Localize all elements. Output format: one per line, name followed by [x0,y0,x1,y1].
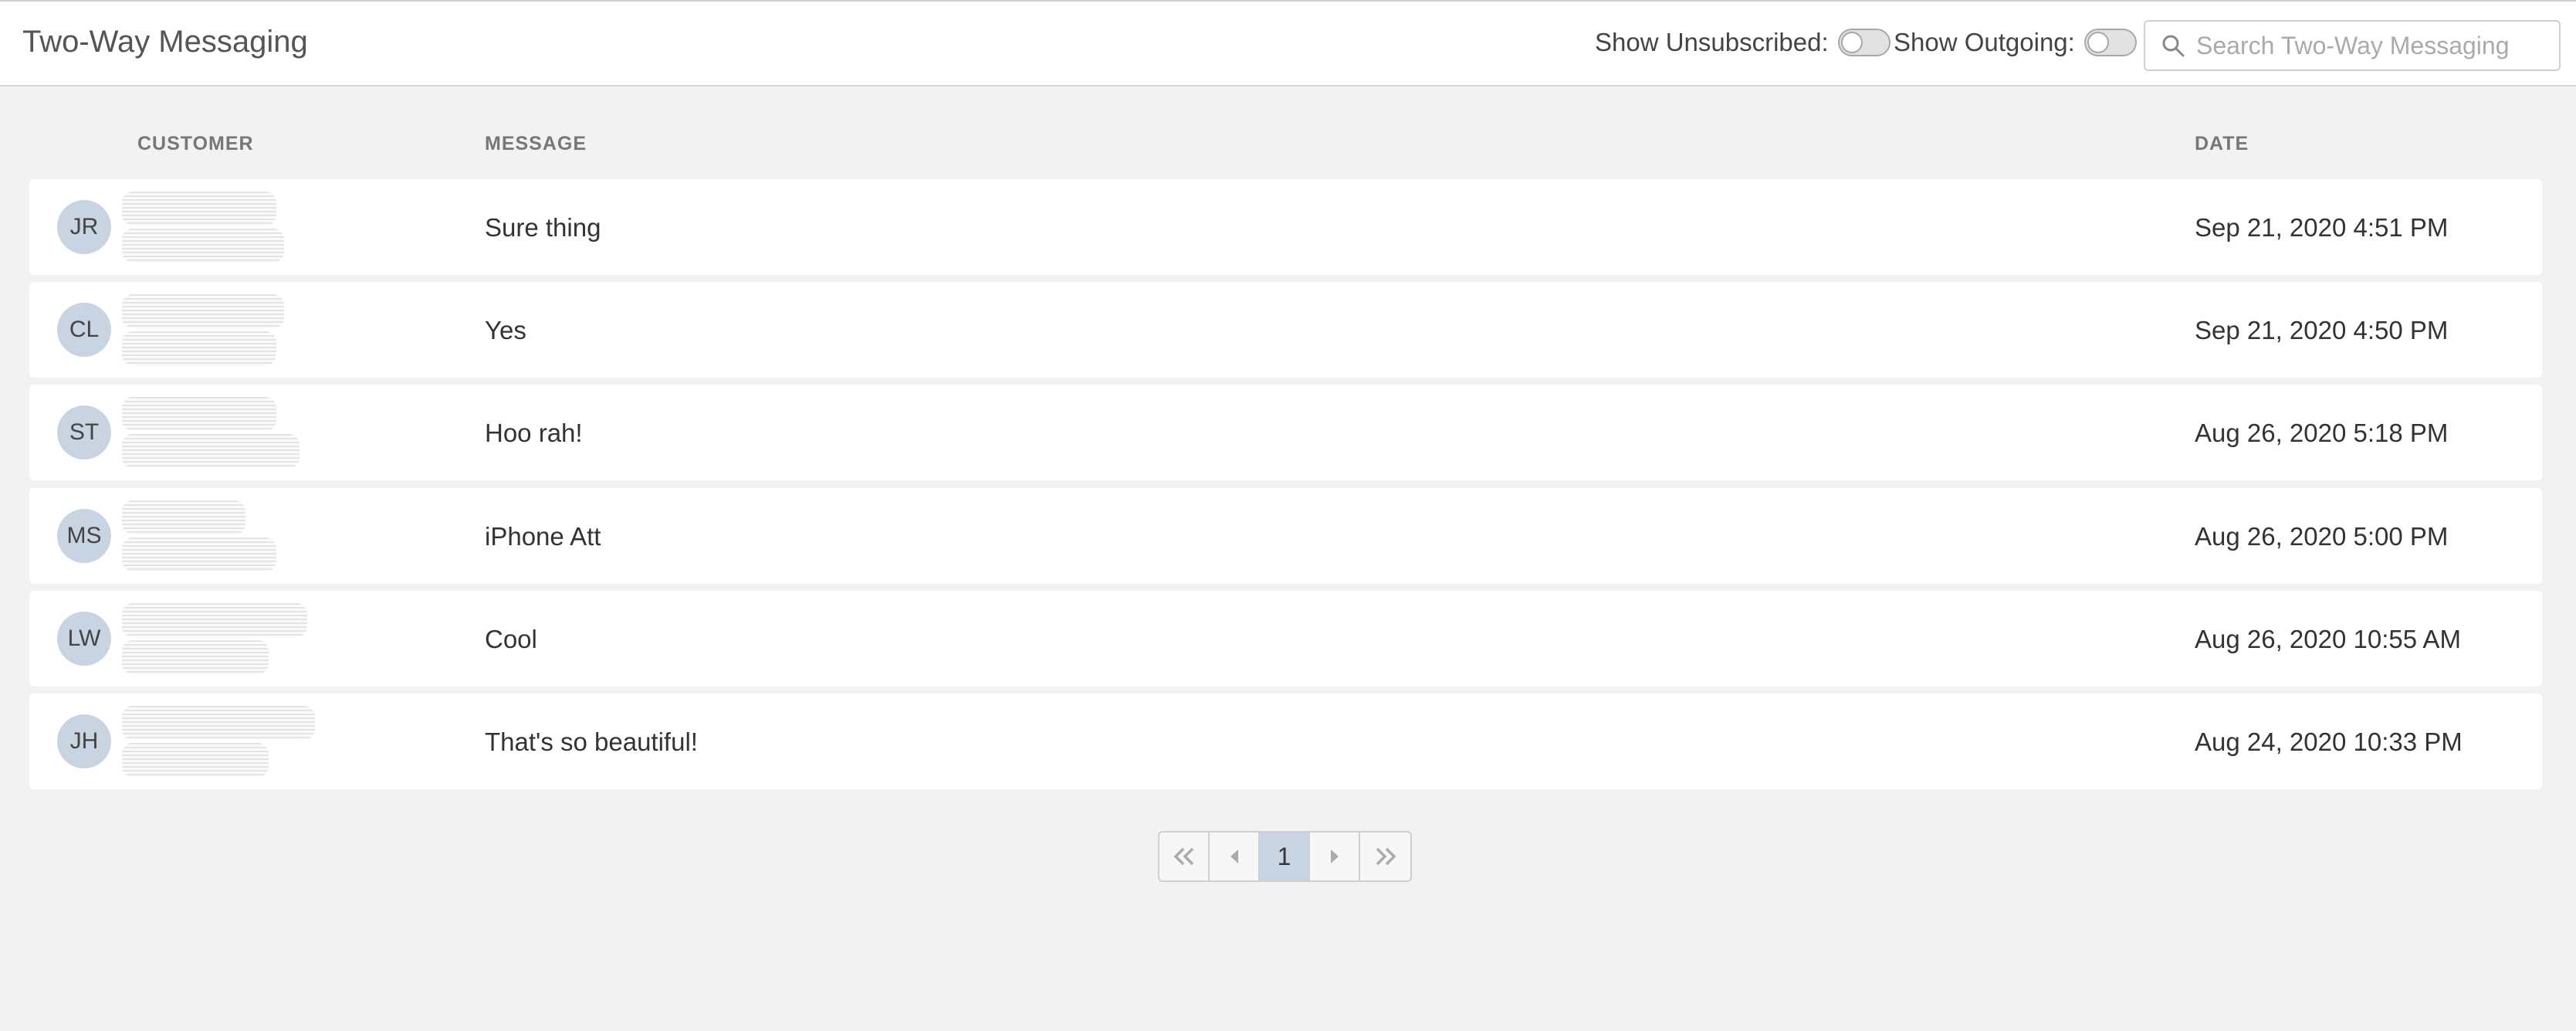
avatar: ST [57,405,111,460]
double-chevron-left-icon [1173,847,1193,866]
message-text: iPhone Att [485,522,601,551]
show-unsubscribed-control: Show Unsubscribed: [1595,28,1891,57]
message-text: Cool [485,625,537,653]
caret-left-icon [1230,850,1238,863]
show-outgoing-label: Show Outgoing: [1894,28,2075,56]
message-date: Aug 26, 2020 5:00 PM [2195,522,2449,551]
redacted-customer-phone [122,743,269,777]
message-text: That's so beautiful! [485,727,698,756]
redacted-customer-phone [122,434,300,468]
first-page-button[interactable] [1159,833,1210,880]
avatar: MS [57,509,111,563]
caret-right-icon [1330,850,1339,863]
redacted-customer-phone [122,229,284,263]
redacted-customer-name [122,294,284,328]
redacted-customer-name [122,397,276,431]
search-input[interactable] [2196,31,2559,60]
page-1-button[interactable]: 1 [1260,833,1310,880]
toggle-knob [2087,32,2109,53]
double-chevron-right-icon [1376,847,1396,866]
redacted-customer-name [122,192,276,226]
redacted-customer-phone [122,640,269,674]
message-date: Aug 26, 2020 10:55 AM [2195,625,2461,653]
table-row[interactable]: MS iPhone Att Aug 26, 2020 5:00 PM [29,488,2542,584]
avatar: LW [57,612,111,666]
search-icon [2162,35,2185,57]
message-text: Sure thing [485,213,601,242]
pagination: 1 [1158,831,1412,882]
search-box[interactable] [2144,20,2561,71]
avatar: JH [57,714,111,768]
table-row[interactable]: LW Cool Aug 26, 2020 10:55 AM [29,591,2542,687]
redacted-customer-phone [122,331,276,365]
page-title: Two-Way Messaging [22,25,308,59]
redacted-customer-name [122,500,245,534]
next-page-button[interactable] [1310,833,1360,880]
message-text: Yes [485,316,526,344]
message-date: Aug 26, 2020 5:18 PM [2195,419,2449,447]
table-row[interactable]: JH That's so beautiful! Aug 24, 2020 10:… [29,694,2542,789]
avatar: JR [57,200,111,254]
previous-page-button[interactable] [1210,833,1260,880]
message-text: Hoo rah! [485,419,583,447]
table-row[interactable]: ST Hoo rah! Aug 26, 2020 5:18 PM [29,385,2542,480]
redacted-customer-name [122,603,307,637]
table-row[interactable]: CL Yes Sep 21, 2020 4:50 PM [29,282,2542,378]
message-date: Aug 24, 2020 10:33 PM [2195,727,2463,756]
top-bar: Two-Way Messaging Show Unsubscribed: Sho… [0,0,2576,86]
message-date: Sep 21, 2020 4:51 PM [2195,213,2449,242]
column-header-message[interactable]: MESSAGE [485,133,587,155]
show-unsubscribed-toggle[interactable] [1837,29,1891,56]
show-outgoing-toggle[interactable] [2083,29,2137,56]
column-header-customer[interactable]: CUSTOMER [137,133,254,155]
redacted-customer-name [122,706,315,740]
toggle-knob [1840,32,1863,53]
column-header-date[interactable]: DATE [2195,133,2249,155]
show-outgoing-control: Show Outgoing: [1894,28,2137,57]
message-date: Sep 21, 2020 4:50 PM [2195,316,2449,344]
redacted-customer-phone [122,538,276,571]
last-page-button[interactable] [1360,833,1410,880]
show-unsubscribed-label: Show Unsubscribed: [1595,28,1829,56]
avatar: CL [57,303,111,357]
table-row[interactable]: JR Sure thing Sep 21, 2020 4:51 PM [29,179,2542,275]
